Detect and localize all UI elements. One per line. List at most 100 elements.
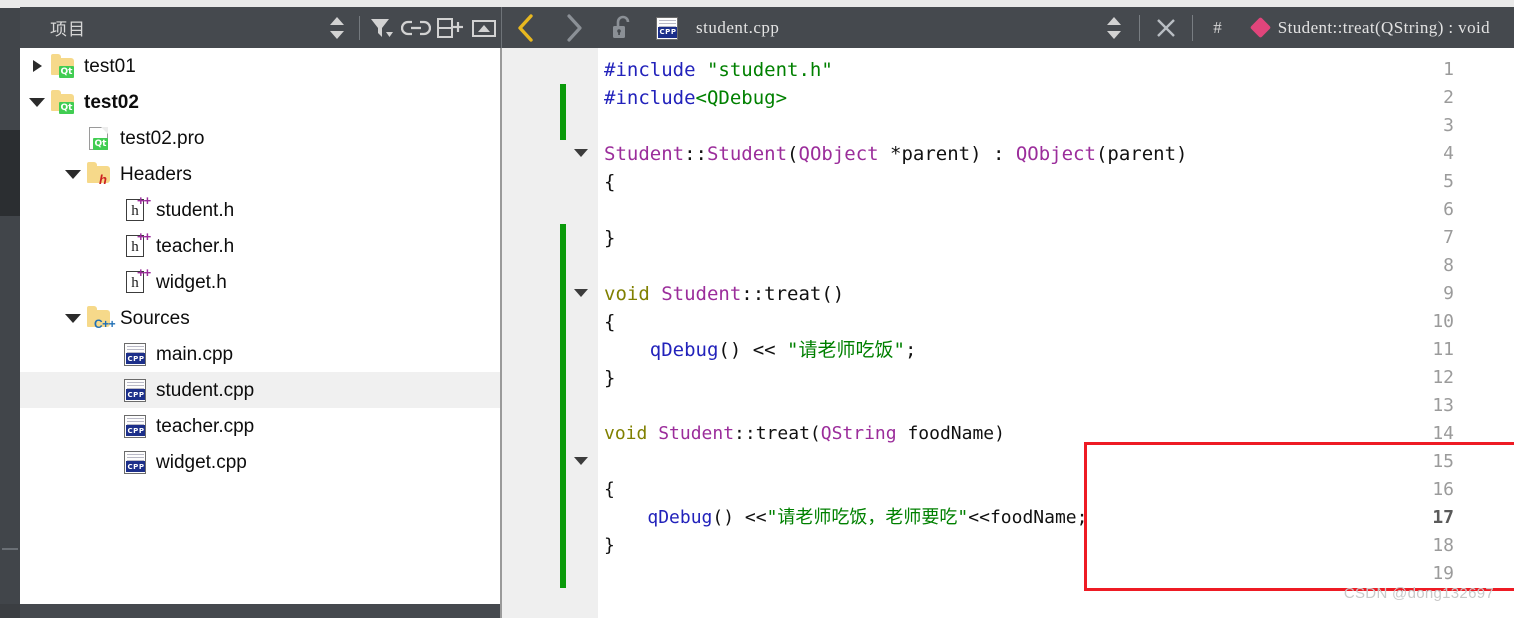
tree-item-widget-h[interactable]: h ++ widget.h [20,264,500,300]
cpp-file-icon: CPP [646,7,688,48]
tree-item-teacher-cpp[interactable]: CPP teacher.cpp [20,408,500,444]
code-token: void [604,283,662,305]
close-icon[interactable] [1146,7,1186,48]
expand-arrow-icon[interactable] [26,48,48,84]
code-fold-arrow-icon[interactable] [574,149,588,157]
hpp-file-icon: h ++ [120,194,151,225]
tree-item-test02-pro[interactable]: Qt test02.pro [20,120,500,156]
tree-item-label: widget.h [156,271,227,293]
project-toolbar: 项目 [20,7,502,48]
tree-item-test02[interactable]: Qt test02 [20,84,500,120]
tree-item-label: teacher.cpp [156,415,255,437]
code-line[interactable]: { [604,168,615,196]
code-token: } [604,367,616,389]
code-token: Student [706,143,788,165]
file-list-updown-icon[interactable] [1095,7,1133,48]
code-token: } [604,227,616,249]
code-line[interactable]: #include "student.h" [604,56,833,84]
split-pane-add-icon[interactable] [433,11,467,45]
project-file-tree[interactable]: Qt test01 Qt test02 Qt test02.pro h Headers h ++ s… [20,48,502,604]
tree-item-label: main.cpp [156,343,234,365]
code-token: <<foodName; [968,507,1088,528]
code-line[interactable]: qDebug() << "请老师吃饭"; [604,336,917,364]
code-text-area[interactable]: #include "student.h" #include<QDebug> Stud… [604,48,1514,618]
collapse-arrow-icon[interactable] [26,84,48,120]
code-line[interactable]: void Student::treat() [604,280,844,308]
code-line[interactable]: { [604,476,615,504]
filter-icon[interactable] [365,11,399,45]
code-token: "student.h" [706,59,833,81]
code-token: qDebug [649,339,719,361]
code-token: foodName) [896,423,1005,444]
tree-item-main-cpp[interactable]: CPP main.cpp [20,336,500,372]
project-pane-title: 项目 [50,20,86,39]
collapse-arrow-icon[interactable] [62,300,84,336]
symbol-selector-label[interactable]: Student::treat(QString) : void [1278,18,1490,38]
mode-strip-active-item[interactable] [0,130,20,216]
cpp-file-icon: CPP [120,411,150,441]
code-line[interactable]: Student::Student(QObject *parent) : QObj… [604,140,1187,168]
code-fold-arrow-icon[interactable] [574,457,588,465]
change-indicator-bar [560,84,566,140]
window-top-edge [20,0,1514,7]
line-column-hash-label[interactable]: # [1213,18,1222,38]
code-token: #include [604,87,696,109]
nav-forward-icon[interactable] [550,7,598,48]
method-diamond-icon [1244,7,1278,48]
tree-item-label: test02.pro [120,127,205,149]
editor-toolbar-divider-1 [1139,14,1141,41]
tree-item-widget-cpp[interactable]: CPP widget.cpp [20,444,500,480]
code-line[interactable]: } [604,224,615,252]
tree-item-label: Sources [120,307,190,329]
gutter-edge [597,48,598,618]
code-token: Student [658,423,735,444]
tree-item-student-h[interactable]: h ++ student.h [20,192,500,228]
code-editor[interactable]: 1 2 3 4 5 6 7 8 9 10 11 12 13 14 15 16 17 18 19 #include "… [502,48,1514,618]
tree-item-label: student.h [156,199,235,221]
editor-toolbar: CPP student.cpp # Student::treat(QString… [502,7,1514,48]
project-pane: 项目 Qt test01 Qt test02 Qt test02.pro h H… [20,7,502,618]
code-line[interactable]: void Student::treat(QString foodName) [604,420,1005,448]
nav-back-icon[interactable] [502,7,550,48]
code-line[interactable]: { [604,308,615,336]
tree-item-test01[interactable]: Qt test01 [20,48,500,84]
cpp-file-icon: CPP [120,375,150,405]
change-indicator-bar [560,224,566,588]
collapse-pane-icon[interactable] [467,11,501,45]
collapse-arrow-icon[interactable] [62,156,84,192]
code-token: Student [661,283,742,305]
watermark-label: CSDN @dong132697 [1343,585,1494,602]
tree-item-sources[interactable]: C++ Sources [20,300,500,336]
code-token: QString [820,423,897,444]
unlock-icon[interactable] [598,7,646,48]
code-line[interactable]: } [604,364,615,392]
code-line[interactable]: } [604,532,615,560]
mode-selector-strip[interactable] [0,0,20,618]
editor-gutter[interactable] [502,48,597,618]
headers-folder-icon: h [84,159,114,189]
cpp-file-icon-body: CPP [656,16,678,40]
mode-strip-top-cap [0,0,20,8]
tree-item-student-cpp[interactable]: CPP student.cpp [20,372,500,408]
tree-item-label: student.cpp [156,379,255,401]
code-fold-arrow-icon[interactable] [574,289,588,297]
sort-updown-icon[interactable] [320,11,354,45]
code-line[interactable]: #include<QDebug> [604,84,787,112]
editor-filename[interactable]: student.cpp [696,18,779,38]
link-with-editor-icon[interactable] [399,11,433,45]
tree-item-teacher-h[interactable]: h ++ teacher.h [20,228,500,264]
code-token: :: [684,143,707,165]
mode-strip-bottom-cap [0,604,20,618]
tree-item-headers[interactable]: h Headers [20,156,500,192]
code-line[interactable]: qDebug() <<"请老师吃饭，老师要吃"<<foodName; [604,504,1087,532]
project-pane-bottom-bar [20,604,502,618]
qt-folder-icon: Qt [48,51,78,81]
